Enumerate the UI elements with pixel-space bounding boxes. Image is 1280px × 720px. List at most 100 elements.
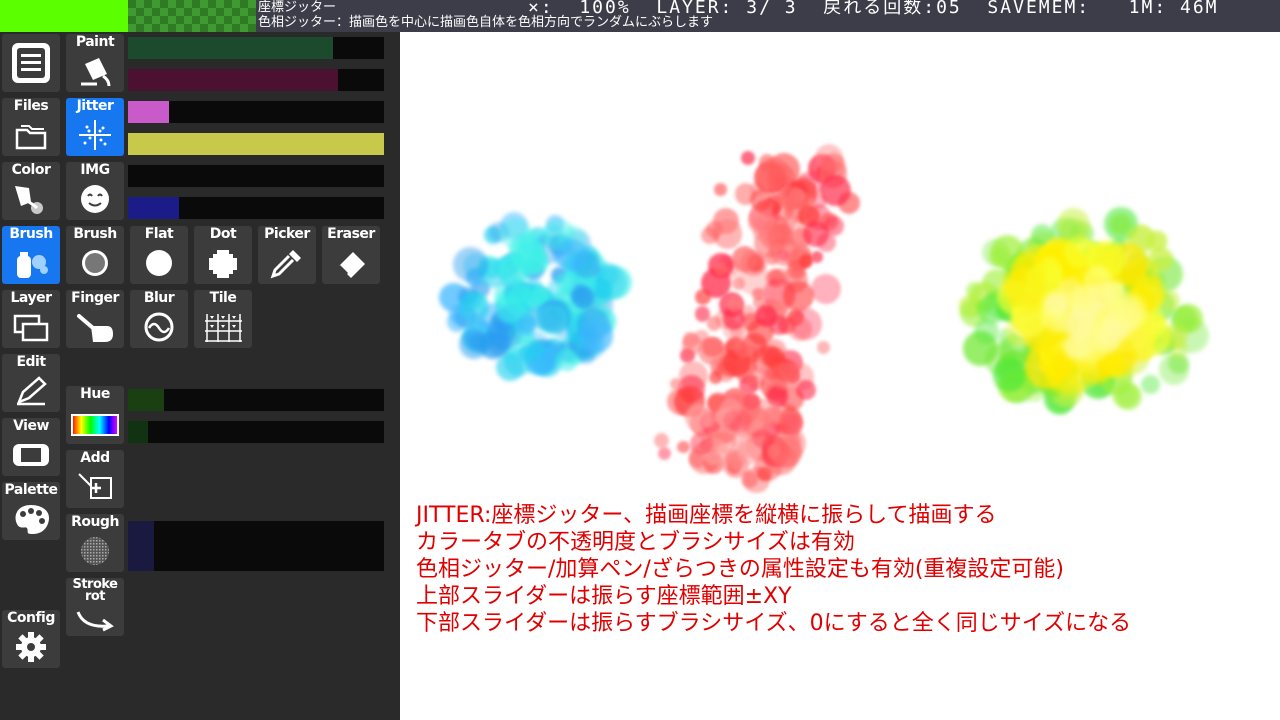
slider-fill	[128, 521, 154, 571]
palette-icon	[11, 502, 51, 536]
layer-button[interactable]: Layer	[2, 290, 60, 348]
paint-label: Paint	[75, 34, 115, 50]
paint-size-slider[interactable]	[128, 69, 384, 91]
brush-tool-button[interactable]: Brush	[66, 226, 124, 284]
add-pen-icon	[75, 470, 115, 504]
img-bottom-slider[interactable]	[128, 197, 384, 219]
img-top-slider[interactable]	[128, 165, 384, 187]
flat-tool-button[interactable]: Flat	[130, 226, 188, 284]
hue-top-slider[interactable]	[128, 389, 384, 411]
smiley-icon	[75, 182, 115, 216]
paint-dab	[758, 158, 790, 190]
paint-dab	[695, 288, 712, 305]
flat-tool-label: Flat	[144, 226, 174, 242]
paint-dab	[1065, 309, 1095, 339]
hue-button[interactable]: Hue	[66, 386, 124, 444]
menu-button[interactable]	[2, 34, 60, 92]
paint-dab	[783, 281, 814, 312]
paint-dab	[1098, 319, 1126, 347]
paint-opacity-slider[interactable]	[128, 37, 384, 59]
note-line: 色相ジッター/加算ペン/ざらつきの属性設定も有効(重複設定可能)	[416, 557, 1064, 582]
paint-button[interactable]: Paint	[66, 34, 124, 92]
app-window: 座標ジッター 色相ジッター：描画色を中心に描画色自体を色相方向でランダムにぶらし…	[0, 0, 1280, 720]
jitter-range-slider[interactable]	[128, 101, 384, 123]
dot-brush-icon	[203, 246, 243, 280]
rough-button[interactable]: Rough	[66, 514, 124, 572]
current-color-swatch[interactable]	[0, 0, 128, 32]
hue-label: Hue	[80, 386, 110, 402]
view-button[interactable]: View	[2, 418, 60, 476]
menu-icon	[8, 39, 54, 87]
blur-tool-label: Blur	[143, 290, 175, 306]
rough-label: Rough	[71, 514, 119, 530]
layers-icon	[11, 310, 51, 344]
paint-dab	[555, 348, 578, 371]
tool-name: 座標ジッター	[258, 0, 337, 15]
hue-rainbow-icon	[71, 406, 119, 440]
config-button[interactable]: Config	[2, 610, 60, 668]
paint-dab	[750, 189, 773, 211]
paint-dab	[682, 332, 698, 348]
paint-dab	[722, 410, 742, 430]
jitter-button[interactable]: Jitter	[66, 98, 124, 156]
slider-fill	[128, 133, 384, 155]
finger-tool-label: Finger	[71, 290, 119, 306]
brush-tool-label: Brush	[73, 226, 117, 242]
stroke-rot-button[interactable]: Stroke rot	[66, 578, 124, 636]
slider-fill	[128, 37, 333, 59]
dot-tool-button[interactable]: Dot	[194, 226, 252, 284]
drawing-canvas[interactable]: JITTER:座標ジッター、描画座標を縦横に振らして描画する カラータブの不透明…	[400, 32, 1280, 720]
img-label: IMG	[80, 162, 110, 178]
brush-menu-label: Brush	[9, 226, 53, 242]
paint-dab	[766, 443, 782, 459]
paint-dab	[754, 305, 777, 327]
slider-fill	[128, 69, 338, 91]
paint-dab	[790, 308, 823, 341]
paint-dab	[820, 174, 852, 206]
paint-dab	[758, 365, 773, 381]
paint-dab	[799, 253, 813, 268]
paint-dab	[706, 316, 722, 331]
transparency-preview	[128, 0, 256, 32]
layer-label: Layer	[10, 290, 52, 306]
pen-icon	[11, 374, 51, 408]
jitter-label: Jitter	[76, 98, 114, 114]
finger-icon	[75, 310, 115, 344]
picker-tool-button[interactable]: Picker	[258, 226, 316, 284]
add-button[interactable]: Add	[66, 450, 124, 508]
color-button[interactable]: Color	[2, 162, 60, 220]
eraser-tool-label: Eraser	[327, 226, 375, 242]
blur-icon	[139, 310, 179, 344]
paint-dab	[1087, 282, 1115, 311]
paint-dab	[1141, 375, 1161, 394]
palette-button[interactable]: Palette	[2, 482, 60, 540]
img-button[interactable]: IMG	[66, 162, 124, 220]
rough-slider[interactable]	[128, 521, 384, 571]
note-line: JITTER:座標ジッター、描画座標を縦横に振らして描画する	[416, 503, 997, 528]
hue-bottom-slider[interactable]	[128, 421, 384, 443]
edit-button[interactable]: Edit	[2, 354, 60, 412]
files-button[interactable]: Files	[2, 98, 60, 156]
note-line: 上部スライダーは振らす座標範囲±XY	[416, 584, 792, 609]
slider-fill	[128, 197, 180, 219]
tile-icon	[203, 310, 243, 344]
color-label: Color	[11, 162, 51, 178]
paint-dab	[516, 316, 536, 335]
dot-tool-label: Dot	[209, 226, 237, 242]
jitter-size-slider[interactable]	[128, 133, 384, 155]
paint-dab	[737, 440, 756, 458]
palette-label: Palette	[4, 482, 58, 498]
eraser-tool-button[interactable]: Eraser	[322, 226, 380, 284]
paint-dab	[731, 246, 758, 272]
tile-tool-button[interactable]: Tile	[194, 290, 252, 348]
paint-dab	[500, 217, 532, 249]
jitter-icon	[75, 118, 115, 152]
add-label: Add	[80, 450, 110, 466]
picker-tool-label: Picker	[264, 226, 310, 242]
brush-menu-button[interactable]: Brush	[2, 226, 60, 284]
paint-dab	[535, 303, 568, 337]
view-label: View	[13, 418, 49, 434]
finger-tool-button[interactable]: Finger	[66, 290, 124, 348]
paint-dab	[487, 333, 511, 356]
blur-tool-button[interactable]: Blur	[130, 290, 188, 348]
